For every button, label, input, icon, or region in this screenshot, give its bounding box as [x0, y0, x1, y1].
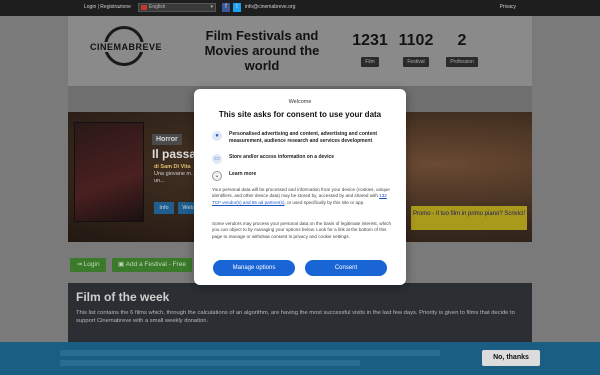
manage-options-button[interactable]: Manage options	[213, 260, 295, 276]
consent-body-2: Some vendors may process your personal d…	[212, 221, 391, 239]
consent-body-1: Your personal data will be processed and…	[212, 187, 392, 206]
facebook-icon[interactable]: f	[222, 3, 230, 12]
info-button[interactable]: Info	[154, 202, 174, 214]
cookie-bar-text	[60, 360, 360, 366]
twitter-icon[interactable]: t	[233, 3, 241, 12]
login-label: Login	[83, 261, 100, 268]
section-description: This list contains the 6 films which, th…	[76, 310, 515, 324]
no-thanks-button[interactable]: No, thanks	[482, 350, 540, 366]
stat-value: 2	[457, 32, 467, 49]
genre-badge: Horror	[152, 134, 182, 145]
stat-label[interactable]: Film	[361, 57, 379, 67]
cookie-bar: No, thanks	[0, 342, 600, 375]
top-bar: Login | Registrazione English ▾ f t info…	[0, 0, 600, 16]
language-value: English	[149, 4, 166, 10]
flag-icon	[141, 5, 147, 10]
cinemabreve-logo[interactable]: CINEMABREVE	[90, 24, 163, 76]
body-text: , or used specifically by this site or a…	[284, 199, 365, 205]
cookie-bar-text	[60, 350, 440, 356]
film-poster[interactable]	[74, 122, 144, 222]
add-festival-label: Add a Festival - Free	[125, 261, 186, 268]
dialog-headline: This site asks for consent to use your d…	[218, 110, 382, 119]
film-director: di Sam Di Vita	[154, 164, 191, 170]
stat-label[interactable]: Profession	[446, 57, 478, 67]
site-tagline: Film Festivals and Movies around the wor…	[204, 28, 320, 73]
stat-professions: 2 Profession	[440, 32, 484, 68]
chevron-down-icon: ▾	[210, 4, 213, 10]
section-title: Film of the week	[76, 290, 170, 304]
add-festival-button[interactable]: ▣ Add a Festival - Free	[112, 258, 192, 272]
devices-icon: ▭	[212, 154, 222, 164]
language-select[interactable]: English ▾	[138, 3, 216, 12]
stat-value: 1231	[352, 32, 388, 49]
dialog-welcome: Welcome	[288, 99, 312, 105]
login-button[interactable]: ⇥ Login	[70, 258, 106, 272]
consent-button[interactable]: Consent	[305, 260, 387, 276]
body-text: Your personal data will be processed and…	[212, 187, 390, 199]
privacy-link[interactable]: Privacy	[500, 4, 516, 10]
consent-dialog: Welcome This site asks for consent to us…	[194, 89, 406, 285]
purpose-text: Store and/or access information on a dev…	[229, 154, 335, 160]
stat-label[interactable]: Festival	[403, 57, 429, 67]
promo-banner[interactable]: Promo - Il tuo film in primo piano? Scri…	[411, 206, 527, 230]
logo-text: CINEMABREVE	[90, 42, 163, 52]
chevron-down-icon: ⌄	[212, 171, 222, 181]
stat-value: 1102	[398, 32, 434, 49]
calendar-icon: ▣	[118, 261, 126, 268]
login-register-link[interactable]: Login | Registrazione	[84, 4, 131, 10]
stat-films: 1231 Film	[352, 32, 388, 68]
person-icon: ●	[212, 131, 222, 141]
site-header: CINEMABREVE Film Festivals and Movies ar…	[68, 16, 532, 86]
login-icon: ⇥	[76, 261, 84, 268]
email-link[interactable]: info@cinemabreve.org	[245, 4, 295, 10]
purpose-text: Personalised advertising and content, ad…	[229, 131, 378, 144]
learn-more-label: Learn more	[229, 171, 257, 177]
stat-festivals: 1102 Festival	[398, 32, 434, 68]
film-title[interactable]: Il passa	[152, 147, 196, 161]
